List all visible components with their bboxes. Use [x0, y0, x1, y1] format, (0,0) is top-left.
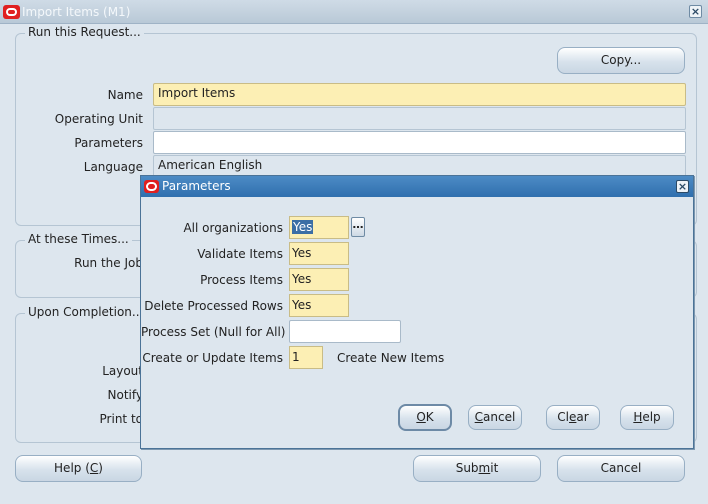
dialog-help-post: elp [642, 410, 661, 424]
operating-unit-field[interactable] [153, 107, 686, 130]
process-items-label: Process Items [200, 273, 283, 287]
at-these-times-legend: At these Times... [25, 232, 132, 246]
upon-completion-legend: Upon Completion... [25, 305, 147, 319]
oracle-logo-icon [3, 5, 20, 19]
create-update-items-field[interactable]: 1 [289, 346, 323, 369]
clear-button-post: ar [576, 410, 589, 424]
all-organizations-field[interactable]: Yes [289, 216, 349, 239]
ok-button-post: K [425, 410, 434, 424]
help-button[interactable]: Help (C) [15, 455, 142, 482]
layout-label: Layout [102, 364, 143, 378]
dialog-cancel-post: ancel [483, 410, 516, 424]
clear-button-pre: Cl [557, 410, 570, 424]
language-label: Language [83, 160, 143, 174]
dialog-close-icon[interactable]: × [676, 180, 689, 193]
cancel-button[interactable]: Cancel [557, 455, 685, 482]
dialog-help-key: H [633, 410, 643, 424]
dialog-help-button[interactable]: Help [620, 405, 674, 430]
run-request-legend: Run this Request... [25, 25, 144, 39]
notify-label: Notify [107, 388, 143, 402]
delete-processed-rows-label: Delete Processed Rows [144, 299, 283, 313]
window-titlebar: Import Items (M1) × [0, 0, 708, 24]
all-organizations-value: Yes [292, 220, 314, 234]
clear-button[interactable]: Clear [546, 405, 600, 430]
submit-button[interactable]: Submit [413, 455, 541, 482]
ok-button[interactable]: OK [398, 404, 452, 431]
dialog-cancel-key: C [474, 410, 484, 424]
cancel-button-label: Cancel [600, 461, 642, 475]
dialog-title: Parameters [162, 179, 231, 193]
dialog-titlebar: Parameters × [141, 176, 693, 197]
process-set-field[interactable] [289, 320, 401, 343]
window-title: Import Items (M1) [22, 5, 131, 19]
validate-items-field[interactable]: Yes [289, 242, 349, 265]
list-of-values-icon[interactable]: … [351, 217, 365, 237]
copy-button[interactable]: Copy... [557, 47, 685, 74]
submit-button-pre: Sub [455, 461, 479, 475]
all-organizations-label: All organizations [183, 221, 283, 235]
delete-processed-rows-field[interactable]: Yes [289, 294, 349, 317]
create-update-items-label: Create or Update Items [142, 351, 283, 365]
name-label: Name [107, 88, 143, 102]
process-set-label: Process Set (Null for All) [141, 325, 286, 339]
run-job-label: Run the Job [74, 256, 143, 270]
operating-unit-label: Operating Unit [54, 112, 143, 126]
help-button-pre: Help ( [54, 461, 90, 475]
name-field[interactable]: Import Items [153, 83, 686, 106]
parameters-field[interactable] [153, 131, 686, 154]
copy-button-label: Copy... [600, 53, 642, 67]
submit-button-key: m [478, 461, 491, 475]
dialog-cancel-button[interactable]: Cancel [468, 405, 522, 430]
validate-items-label: Validate Items [197, 247, 283, 261]
parameters-label: Parameters [74, 136, 143, 150]
window-close-icon[interactable]: × [689, 5, 702, 18]
parameters-dialog: Parameters × All organizations Yes … Val… [140, 175, 694, 449]
help-button-post: ) [98, 461, 103, 475]
submit-button-post: it [490, 461, 499, 475]
create-update-items-description: Create New Items [337, 351, 445, 365]
process-items-field[interactable]: Yes [289, 268, 349, 291]
print-to-label: Print to [99, 412, 143, 426]
oracle-logo-icon [144, 180, 159, 193]
ok-button-key: O [416, 410, 426, 424]
